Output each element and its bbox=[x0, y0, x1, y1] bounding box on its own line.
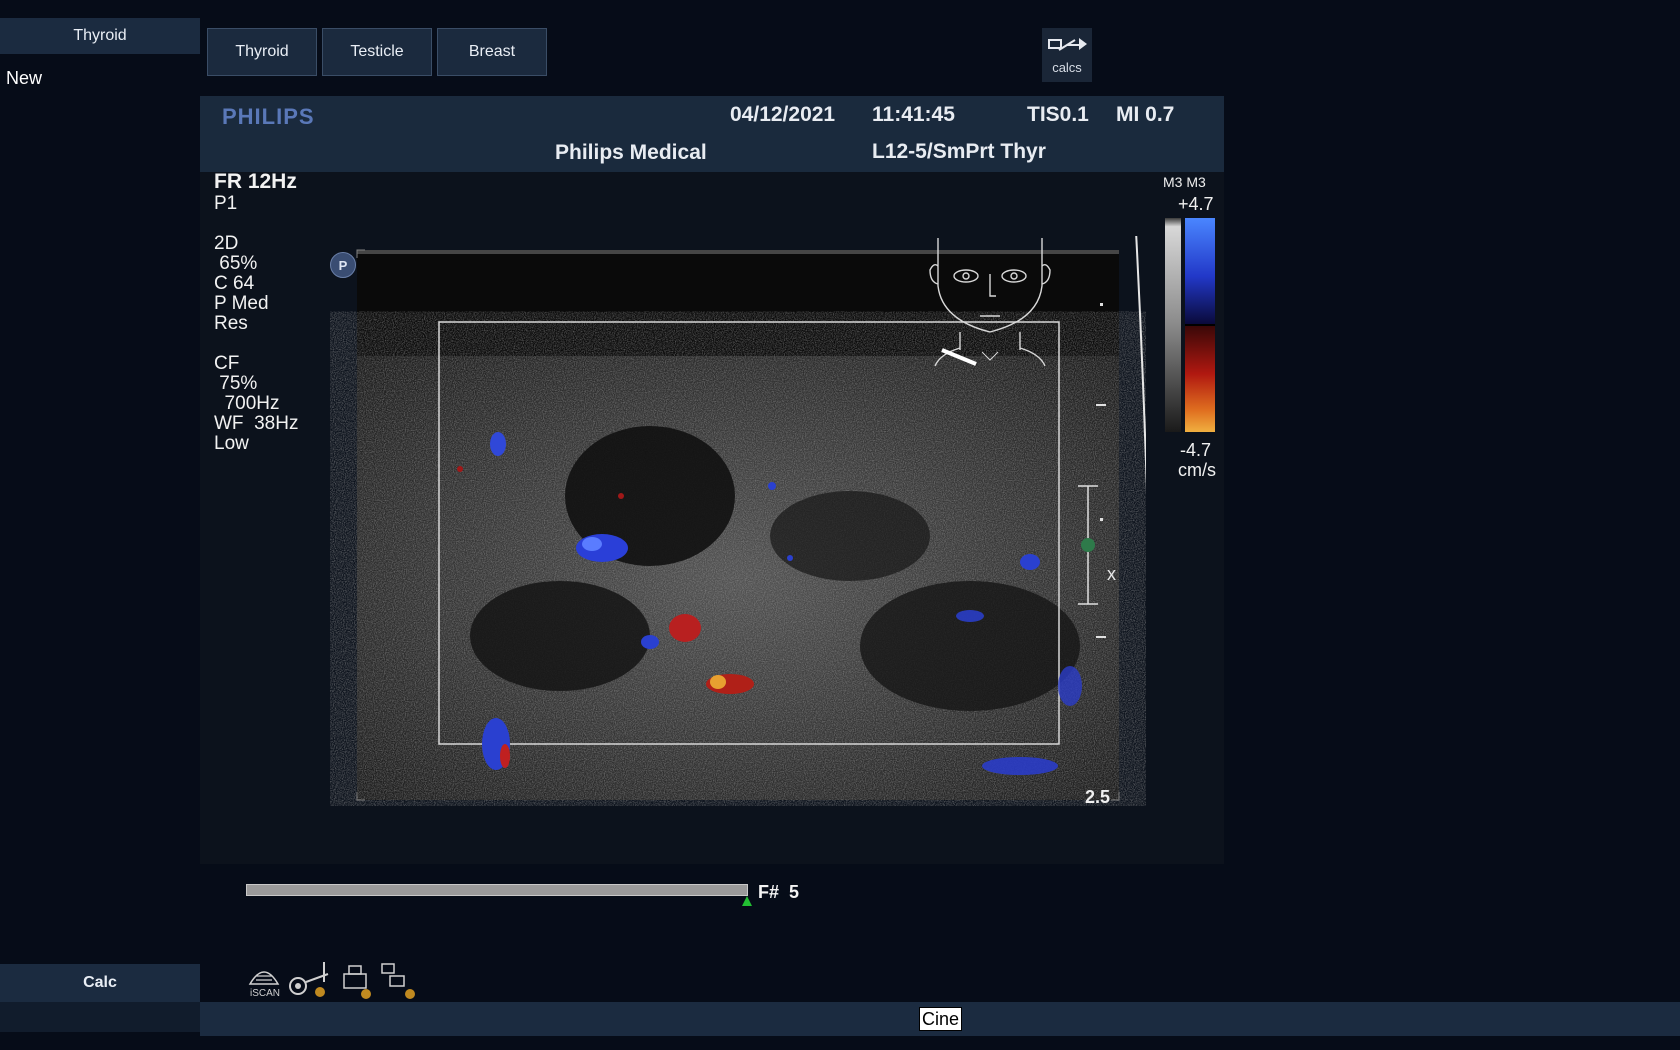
mi-value: MI 0.7 bbox=[1116, 103, 1175, 126]
color-map-label: M3 M3 bbox=[1163, 174, 1206, 190]
frame-pointer-icon[interactable] bbox=[742, 896, 752, 906]
preset-header[interactable]: Thyroid bbox=[0, 18, 200, 54]
network-icon[interactable] bbox=[381, 963, 415, 999]
tab-thyroid[interactable]: Thyroid bbox=[207, 28, 317, 76]
velocity-unit: cm/s bbox=[1178, 460, 1216, 480]
left-status-strip bbox=[0, 1002, 200, 1032]
transducer-preset: L12-5/SmPrt Thyr bbox=[872, 140, 1046, 163]
compression: C 64 bbox=[214, 273, 255, 294]
calcs-arrow-icon bbox=[1048, 38, 1087, 51]
brand-logo: PHILIPS bbox=[222, 104, 315, 129]
velocity-max: +4.7 bbox=[1178, 194, 1214, 214]
mode-2d-label: 2D bbox=[214, 233, 239, 254]
mode-cf-label: CF bbox=[214, 353, 240, 374]
flow-sensitivity: Low bbox=[214, 433, 249, 454]
print-icon[interactable] bbox=[343, 965, 371, 999]
depth-value: 2.5 bbox=[1085, 787, 1111, 807]
bottom-icon-row: iSCAN bbox=[246, 956, 426, 1007]
frame-rate: FR 12Hz bbox=[214, 170, 297, 193]
resolution: Res bbox=[214, 313, 248, 334]
frame-number: F# 5 bbox=[758, 882, 800, 902]
calcs-label: calcs bbox=[1052, 60, 1082, 75]
focus-x-label: x bbox=[1107, 564, 1116, 584]
persistence: P Med bbox=[214, 293, 269, 314]
iscan-label: iSCAN bbox=[250, 988, 280, 999]
tab-testicle[interactable]: Testicle bbox=[322, 28, 432, 76]
power-level: P1 bbox=[214, 193, 238, 214]
tis-value: TIS0.1 bbox=[1027, 103, 1089, 126]
gain-2d: 65% bbox=[214, 253, 258, 274]
velocity-min: -4.7 bbox=[1180, 440, 1212, 460]
probe-icon[interactable] bbox=[289, 962, 329, 997]
ultrasound-image bbox=[356, 236, 1146, 801]
velocity-colorbar bbox=[1185, 218, 1215, 432]
grayscale-bar bbox=[1165, 218, 1181, 432]
p-marker[interactable]: P bbox=[330, 252, 356, 278]
tab-breast[interactable]: Breast bbox=[437, 28, 547, 76]
exam-time: 11:41:45 bbox=[872, 103, 955, 126]
calcs-button[interactable]: calcs bbox=[1042, 28, 1092, 82]
cine-frame-bar[interactable] bbox=[246, 884, 748, 896]
calc-button[interactable]: Calc bbox=[0, 964, 200, 1002]
exam-date: 04/12/2021 bbox=[730, 103, 836, 126]
cine-indicator[interactable]: Cine bbox=[919, 1007, 963, 1031]
cf-frequency: 700Hz bbox=[214, 393, 280, 414]
preset-item-new[interactable]: New bbox=[6, 68, 42, 89]
institution-name: Philips Medical bbox=[555, 141, 707, 164]
left-panel bbox=[0, 0, 200, 1050]
gain-cf: 75% bbox=[214, 373, 258, 394]
iscan-icon[interactable]: iSCAN bbox=[248, 971, 280, 999]
wall-filter: WF 38Hz bbox=[214, 413, 299, 434]
